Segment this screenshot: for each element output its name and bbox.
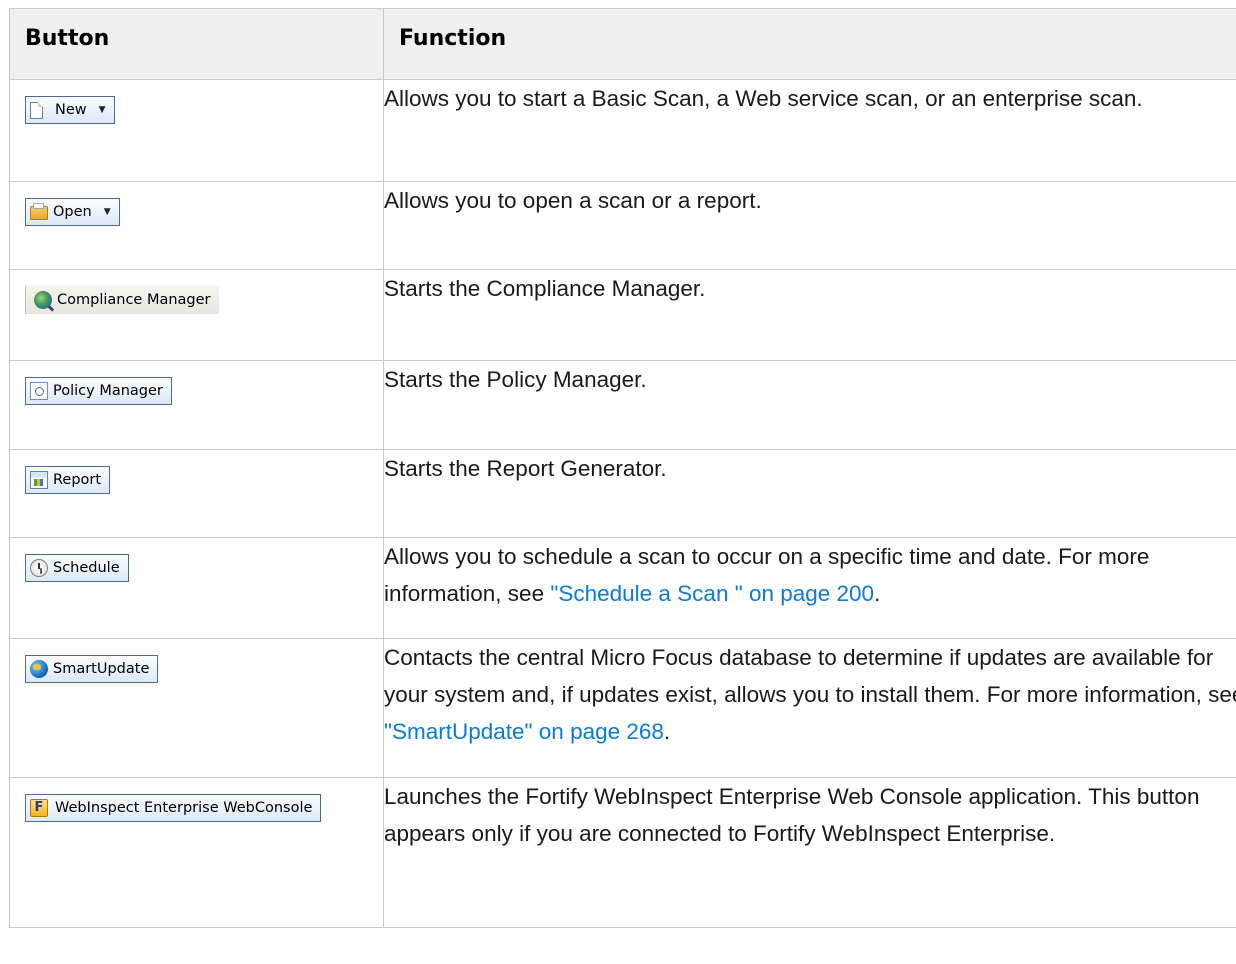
table-header-row: Button Function [9,8,1236,80]
report-icon [30,471,48,489]
table-row: Open ▼ Allows you to open a scan or a re… [9,181,1236,270]
table-row: SmartUpdate Contacts the central Micro F… [9,638,1236,778]
open-button-label: Open [53,203,92,220]
policy-manager-button-label: Policy Manager [53,382,163,399]
button-cell: Report [9,449,384,538]
compliance-manager-button[interactable]: Compliance Manager [25,286,219,314]
table-row: Report Starts the Report Generator. [9,449,1236,538]
function-description: Allows you to start a Basic Scan, a Web … [383,79,1236,182]
schedule-button-label: Schedule [53,559,120,576]
smartupdate-button[interactable]: SmartUpdate [25,655,159,683]
chevron-down-icon[interactable]: ▼ [99,92,106,129]
policy-document-icon [30,382,48,400]
function-description: Launches the Fortify WebInspect Enterpri… [383,777,1236,928]
button-cell: SmartUpdate [9,638,384,778]
clock-icon [30,559,48,577]
schedule-button[interactable]: Schedule [25,554,129,582]
function-description: Contacts the central Micro Focus databas… [383,638,1236,778]
button-cell: Policy Manager [9,360,384,450]
table-row: Policy Manager Starts the Policy Manager… [9,360,1236,450]
report-button[interactable]: Report [25,466,111,494]
schedule-a-scan-link[interactable]: "Schedule a Scan " on page 200 [550,581,874,606]
column-header-button: Button [9,8,384,80]
smartupdate-button-label: SmartUpdate [53,660,150,677]
report-button-label: Report [53,471,102,488]
compliance-manager-button-label: Compliance Manager [57,291,211,308]
table-row: Schedule Allows you to schedule a scan t… [9,537,1236,639]
globe-update-icon [30,660,48,678]
function-description: Starts the Policy Manager. [383,360,1236,450]
new-button[interactable]: New ▼ [25,96,115,124]
policy-manager-button[interactable]: Policy Manager [25,377,172,405]
button-cell: F WebInspect Enterprise WebConsole [9,777,384,928]
button-cell: Compliance Manager [9,269,384,361]
table-row: F WebInspect Enterprise WebConsole Launc… [9,777,1236,928]
new-button-label: New [55,101,87,118]
open-folder-icon [30,203,48,220]
function-description: Allows you to schedule a scan to occur o… [383,537,1236,639]
description-text-end: . [874,581,881,606]
webinspect-enterprise-webconsole-button[interactable]: F WebInspect Enterprise WebConsole [25,794,322,822]
fortify-logo-icon: F [30,799,48,817]
button-function-table: Button Function New ▼ Allows you to star… [9,8,1236,928]
button-cell: Open ▼ [9,181,384,270]
table-row: New ▼ Allows you to start a Basic Scan, … [9,79,1236,182]
function-description: Starts the Compliance Manager. [383,269,1236,361]
column-header-function: Function [383,8,1236,80]
table-row: Compliance Manager Starts the Compliance… [9,269,1236,361]
description-text: Contacts the central Micro Focus databas… [384,645,1236,707]
new-document-icon [30,101,43,119]
button-cell: Schedule [9,537,384,639]
smartupdate-link[interactable]: "SmartUpdate" on page 268 [384,719,664,744]
webinspect-enterprise-webconsole-button-label: WebInspect Enterprise WebConsole [55,799,313,816]
chevron-down-icon[interactable]: ▼ [104,194,111,231]
description-text-end: . [663,719,671,744]
compliance-magnifier-icon [34,291,52,309]
function-description: Allows you to open a scan or a report. [383,181,1236,270]
open-button[interactable]: Open ▼ [25,198,120,226]
function-description: Starts the Report Generator. [383,449,1236,538]
button-cell: New ▼ [9,79,384,182]
